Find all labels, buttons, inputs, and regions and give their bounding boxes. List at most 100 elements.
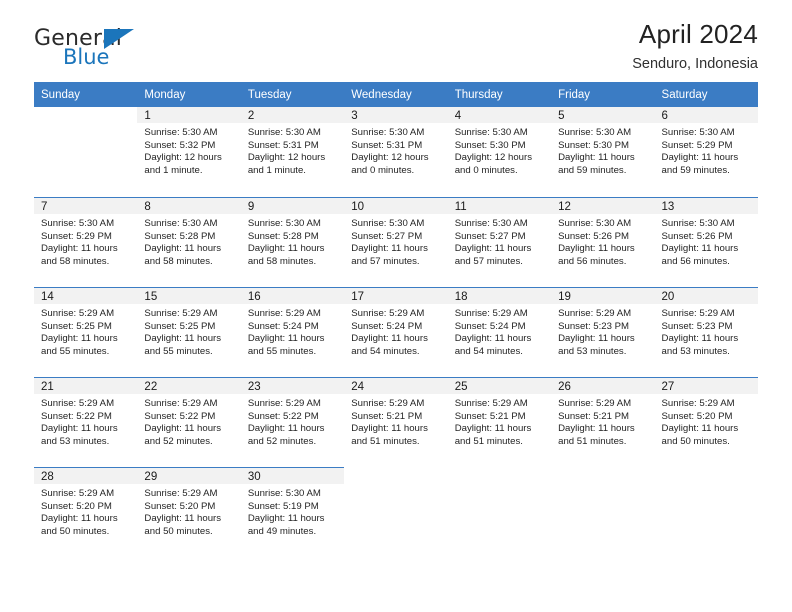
daylight-text: and 53 minutes.: [41, 435, 110, 447]
day-details: Sunrise: 5:30 AM Sunset: 5:30 PM Daylight:…: [551, 123, 654, 177]
calendar-day-cell[interactable]: 21 Sunrise: 5:29 AM Sunset: 5:22 PM Dayligh…: [34, 377, 138, 467]
calendar-day-cell[interactable]: 2 Sunrise: 5:30 AM Sunset: 5:31 PM Daylight…: [240, 107, 345, 197]
day-number: 28: [34, 468, 138, 484]
day-details: Sunrise: 5:30 AM Sunset: 5:31 PM Daylight:…: [344, 123, 447, 177]
sunset-text: Sunset: 5:22 PM: [144, 410, 216, 422]
calendar-day-cell[interactable]: 25 Sunrise: 5:29 AM Sunset: 5:21 PM Dayligh…: [447, 377, 552, 467]
day-details: Sunrise: 5:29 AM Sunset: 5:23 PM Daylight:…: [551, 304, 654, 358]
day-details: Sunrise: 5:30 AM Sunset: 5:26 PM Daylight:…: [551, 214, 654, 268]
calendar-day-cell[interactable]: 22 Sunrise: 5:29 AM Sunset: 5:22 PM Dayligh…: [137, 377, 241, 467]
sunrise-text: Sunrise: 5:29 AM: [247, 308, 321, 319]
daylight-text: Daylight: 12 hours: [454, 152, 533, 164]
calendar-day-cell[interactable]: 16 Sunrise: 5:29 AM Sunset: 5:24 PM Dayligh…: [240, 287, 345, 377]
page-header: General Blue April 2024 Senduro, Indones…: [34, 0, 758, 74]
calendar-day-cell[interactable]: 30 Sunrise: 5:30 AM Sunset: 5:19 PM Dayligh…: [240, 467, 345, 557]
calendar-day-cell[interactable]: 5 Sunrise: 5:30 AM Sunset: 5:30 PM Daylight…: [551, 107, 655, 197]
sunrise-text: Sunrise: 5:29 AM: [454, 398, 528, 409]
sunset-text: Sunset: 5:25 PM: [144, 320, 216, 332]
calendar-day-cell[interactable]: 11 Sunrise: 5:30 AM Sunset: 5:27 PM Dayligh…: [447, 197, 552, 287]
calendar-day-cell[interactable]: 1 Sunrise: 5:30 AM Sunset: 5:32 PM Daylight…: [137, 107, 241, 197]
daylight-text: and 50 minutes.: [41, 525, 110, 537]
sunrise-text: Sunrise: 5:29 AM: [144, 398, 218, 409]
day-number: 29: [137, 468, 241, 484]
calendar-day-cell[interactable]: 4 Sunrise: 5:30 AM Sunset: 5:30 PM Daylight…: [447, 107, 552, 197]
calendar-cell-empty: [447, 467, 552, 557]
calendar-day-cell[interactable]: 18 Sunrise: 5:29 AM Sunset: 5:24 PM Dayligh…: [447, 287, 552, 377]
calendar-week-row: 21 Sunrise: 5:29 AM Sunset: 5:22 PM Dayligh…: [34, 377, 758, 467]
day-details: Sunrise: 5:29 AM Sunset: 5:20 PM Daylight:…: [655, 394, 758, 448]
sunrise-text: Sunrise: 5:29 AM: [558, 308, 632, 319]
day-number: 6: [654, 107, 758, 123]
sunrise-text: Sunrise: 5:30 AM: [454, 218, 528, 229]
day-number: [654, 468, 758, 484]
calendar-day-cell[interactable]: 29 Sunrise: 5:29 AM Sunset: 5:20 PM Dayligh…: [137, 467, 241, 557]
sunrise-text: Sunrise: 5:29 AM: [41, 398, 115, 409]
day-number: 8: [137, 198, 241, 214]
calendar-day-cell[interactable]: 9 Sunrise: 5:30 AM Sunset: 5:28 PM Daylight…: [240, 197, 345, 287]
day-details: Sunrise: 5:30 AM Sunset: 5:28 PM Daylight:…: [137, 214, 240, 268]
day-details: Sunrise: 5:30 AM Sunset: 5:28 PM Daylight:…: [241, 214, 344, 268]
calendar-day-cell[interactable]: 13 Sunrise: 5:30 AM Sunset: 5:26 PM Dayligh…: [654, 197, 758, 287]
day-details: Sunrise: 5:29 AM Sunset: 5:20 PM Daylight:…: [34, 484, 137, 538]
daylight-text: Daylight: 11 hours: [351, 423, 428, 435]
daylight-text: and 55 minutes.: [247, 345, 317, 357]
sunset-text: Sunset: 5:23 PM: [558, 320, 630, 332]
calendar-day-cell[interactable]: 20 Sunrise: 5:29 AM Sunset: 5:23 PM Dayligh…: [654, 287, 758, 377]
daylight-text: and 56 minutes.: [558, 255, 627, 267]
day-number: [447, 468, 552, 484]
sunrise-text: Sunrise: 5:29 AM: [661, 308, 735, 319]
daylight-text: and 53 minutes.: [661, 345, 730, 357]
sunset-text: Sunset: 5:20 PM: [41, 500, 112, 512]
calendar-day-cell[interactable]: 28 Sunrise: 5:29 AM Sunset: 5:20 PM Dayligh…: [34, 467, 138, 557]
title-block: April 2024 Senduro, Indonesia: [632, 19, 758, 72]
calendar-day-cell[interactable]: 12 Sunrise: 5:30 AM Sunset: 5:26 PM Dayligh…: [551, 197, 655, 287]
sunrise-text: Sunrise: 5:30 AM: [247, 127, 321, 138]
daylight-text: and 55 minutes.: [41, 345, 110, 357]
sunrise-text: Sunrise: 5:29 AM: [41, 488, 115, 499]
day-details: Sunrise: 5:29 AM Sunset: 5:24 PM Daylight:…: [344, 304, 447, 358]
calendar-day-cell[interactable]: 23 Sunrise: 5:29 AM Sunset: 5:22 PM Dayligh…: [240, 377, 345, 467]
sunset-text: Sunset: 5:29 PM: [661, 139, 733, 151]
calendar-day-cell[interactable]: 7 Sunrise: 5:30 AM Sunset: 5:29 PM Daylight…: [34, 197, 138, 287]
weekday-header-tuesday: Tuesday: [240, 82, 345, 107]
daylight-text: and 49 minutes.: [247, 525, 317, 537]
general-blue-logo[interactable]: General Blue: [34, 26, 214, 74]
calendar-day-cell[interactable]: 26 Sunrise: 5:29 AM Sunset: 5:21 PM Dayligh…: [551, 377, 655, 467]
calendar-week-row: 28 Sunrise: 5:29 AM Sunset: 5:20 PM Dayligh…: [34, 467, 758, 557]
daylight-text: Daylight: 11 hours: [144, 423, 222, 435]
daylight-text: Daylight: 11 hours: [247, 243, 325, 255]
calendar-header-row: Sunday Monday Tuesday Wednesday Thursday Frid…: [34, 82, 758, 107]
daylight-text: and 58 minutes.: [247, 255, 317, 267]
sunset-text: Sunset: 5:22 PM: [41, 410, 112, 422]
calendar-day-cell[interactable]: 27 Sunrise: 5:29 AM Sunset: 5:20 PM Dayligh…: [654, 377, 758, 467]
weekday-header-friday: Friday: [551, 82, 655, 107]
calendar-day-cell[interactable]: 15 Sunrise: 5:29 AM Sunset: 5:25 PM Dayligh…: [137, 287, 241, 377]
day-number: 1: [137, 107, 241, 123]
calendar-day-cell[interactable]: 24 Sunrise: 5:29 AM Sunset: 5:21 PM Dayligh…: [344, 377, 448, 467]
calendar-day-cell[interactable]: 19 Sunrise: 5:29 AM Sunset: 5:23 PM Dayligh…: [551, 287, 655, 377]
daylight-text: Daylight: 11 hours: [144, 333, 222, 345]
calendar-day-cell[interactable]: 17 Sunrise: 5:29 AM Sunset: 5:24 PM Dayligh…: [344, 287, 448, 377]
calendar-week-row: 7 Sunrise: 5:30 AM Sunset: 5:29 PM Daylight…: [34, 197, 758, 287]
logo-text-blue: Blue: [63, 45, 110, 69]
daylight-text: and 53 minutes.: [558, 345, 627, 357]
daylight-text: and 59 minutes.: [558, 164, 627, 176]
sunset-text: Sunset: 5:32 PM: [144, 139, 216, 151]
daylight-text: Daylight: 11 hours: [558, 243, 635, 255]
sunrise-text: Sunrise: 5:30 AM: [558, 127, 632, 138]
calendar-day-cell[interactable]: 14 Sunrise: 5:29 AM Sunset: 5:25 PM Dayligh…: [34, 287, 138, 377]
daylight-text: and 52 minutes.: [144, 435, 213, 447]
calendar-page: General Blue April 2024 Senduro, Indones…: [0, 0, 792, 612]
daylight-text: and 1 minute.: [247, 164, 306, 176]
day-number: 22: [137, 378, 241, 394]
day-number: 13: [654, 198, 758, 214]
day-number: 7: [34, 198, 138, 214]
calendar-day-cell[interactable]: 6 Sunrise: 5:30 AM Sunset: 5:29 PM Daylight…: [654, 107, 758, 197]
day-number: 20: [654, 288, 758, 304]
calendar-day-cell[interactable]: 3 Sunrise: 5:30 AM Sunset: 5:31 PM Daylight…: [344, 107, 448, 197]
day-details: Sunrise: 5:29 AM Sunset: 5:22 PM Daylight:…: [34, 394, 137, 448]
daylight-text: Daylight: 11 hours: [351, 243, 428, 255]
daylight-text: Daylight: 11 hours: [558, 152, 635, 164]
calendar-day-cell[interactable]: 8 Sunrise: 5:30 AM Sunset: 5:28 PM Daylight…: [137, 197, 241, 287]
calendar-day-cell[interactable]: 10 Sunrise: 5:30 AM Sunset: 5:27 PM Dayligh…: [344, 197, 448, 287]
